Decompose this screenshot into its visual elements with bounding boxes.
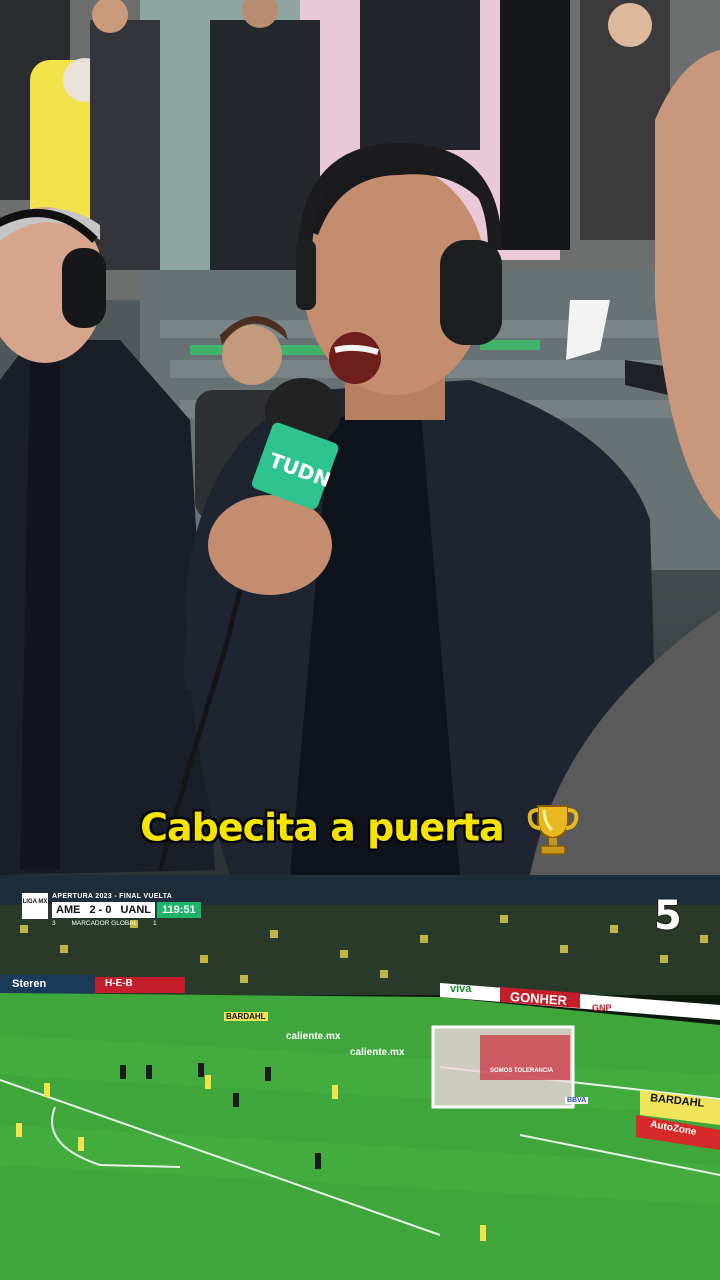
match-clock: 119:51 <box>157 902 201 918</box>
score-row: AME 2 - 0 UANL 119:51 <box>52 902 232 918</box>
caption-text: Cabecita a puerta <box>140 805 505 850</box>
home-team: AME <box>52 902 85 918</box>
channel-logo: 5 <box>654 893 682 939</box>
aggregate-row: 3 MARCADOR GLOBAL 1 <box>52 920 171 927</box>
ad-viva: viva <box>450 983 472 995</box>
score: 2 - 0 <box>84 902 117 918</box>
away-team: UANL <box>116 902 156 918</box>
league-logo: LIGA MX <box>22 893 48 919</box>
aggregate-right: 1 <box>153 920 157 927</box>
commentator-video: TUDN Cabecita a puerta <box>0 0 720 875</box>
scorebug: LIGA MX APERTURA 2023 - FINAL VUELTA AME… <box>22 893 234 933</box>
stadium-scene <box>0 875 720 1280</box>
ad-steren: Steren <box>12 978 47 990</box>
ad-gnp: GNP <box>592 1003 612 1013</box>
ad-bbva: BBVA <box>565 1097 589 1104</box>
ad-heb: H-E-B <box>105 978 133 989</box>
match-broadcast: Steren H-E-B viva GONHER GNP BARDAHL cal… <box>0 875 720 1280</box>
caption: Cabecita a puerta <box>0 800 720 860</box>
ad-caliente-1: caliente.mx <box>286 1031 341 1042</box>
ad-somos-tolerancia: SOMOS TOLERANCIA <box>490 1068 554 1074</box>
ad-bardahl-field: BARDAHL <box>224 1012 268 1021</box>
aggregate-left: 3 <box>52 920 56 927</box>
competition-label: APERTURA 2023 - FINAL VUELTA <box>52 893 173 900</box>
trophy-icon <box>527 805 579 855</box>
ad-caliente-2: caliente.mx <box>350 1047 405 1058</box>
commentator-scene <box>0 0 720 875</box>
aggregate-label: MARCADOR GLOBAL <box>71 920 138 927</box>
